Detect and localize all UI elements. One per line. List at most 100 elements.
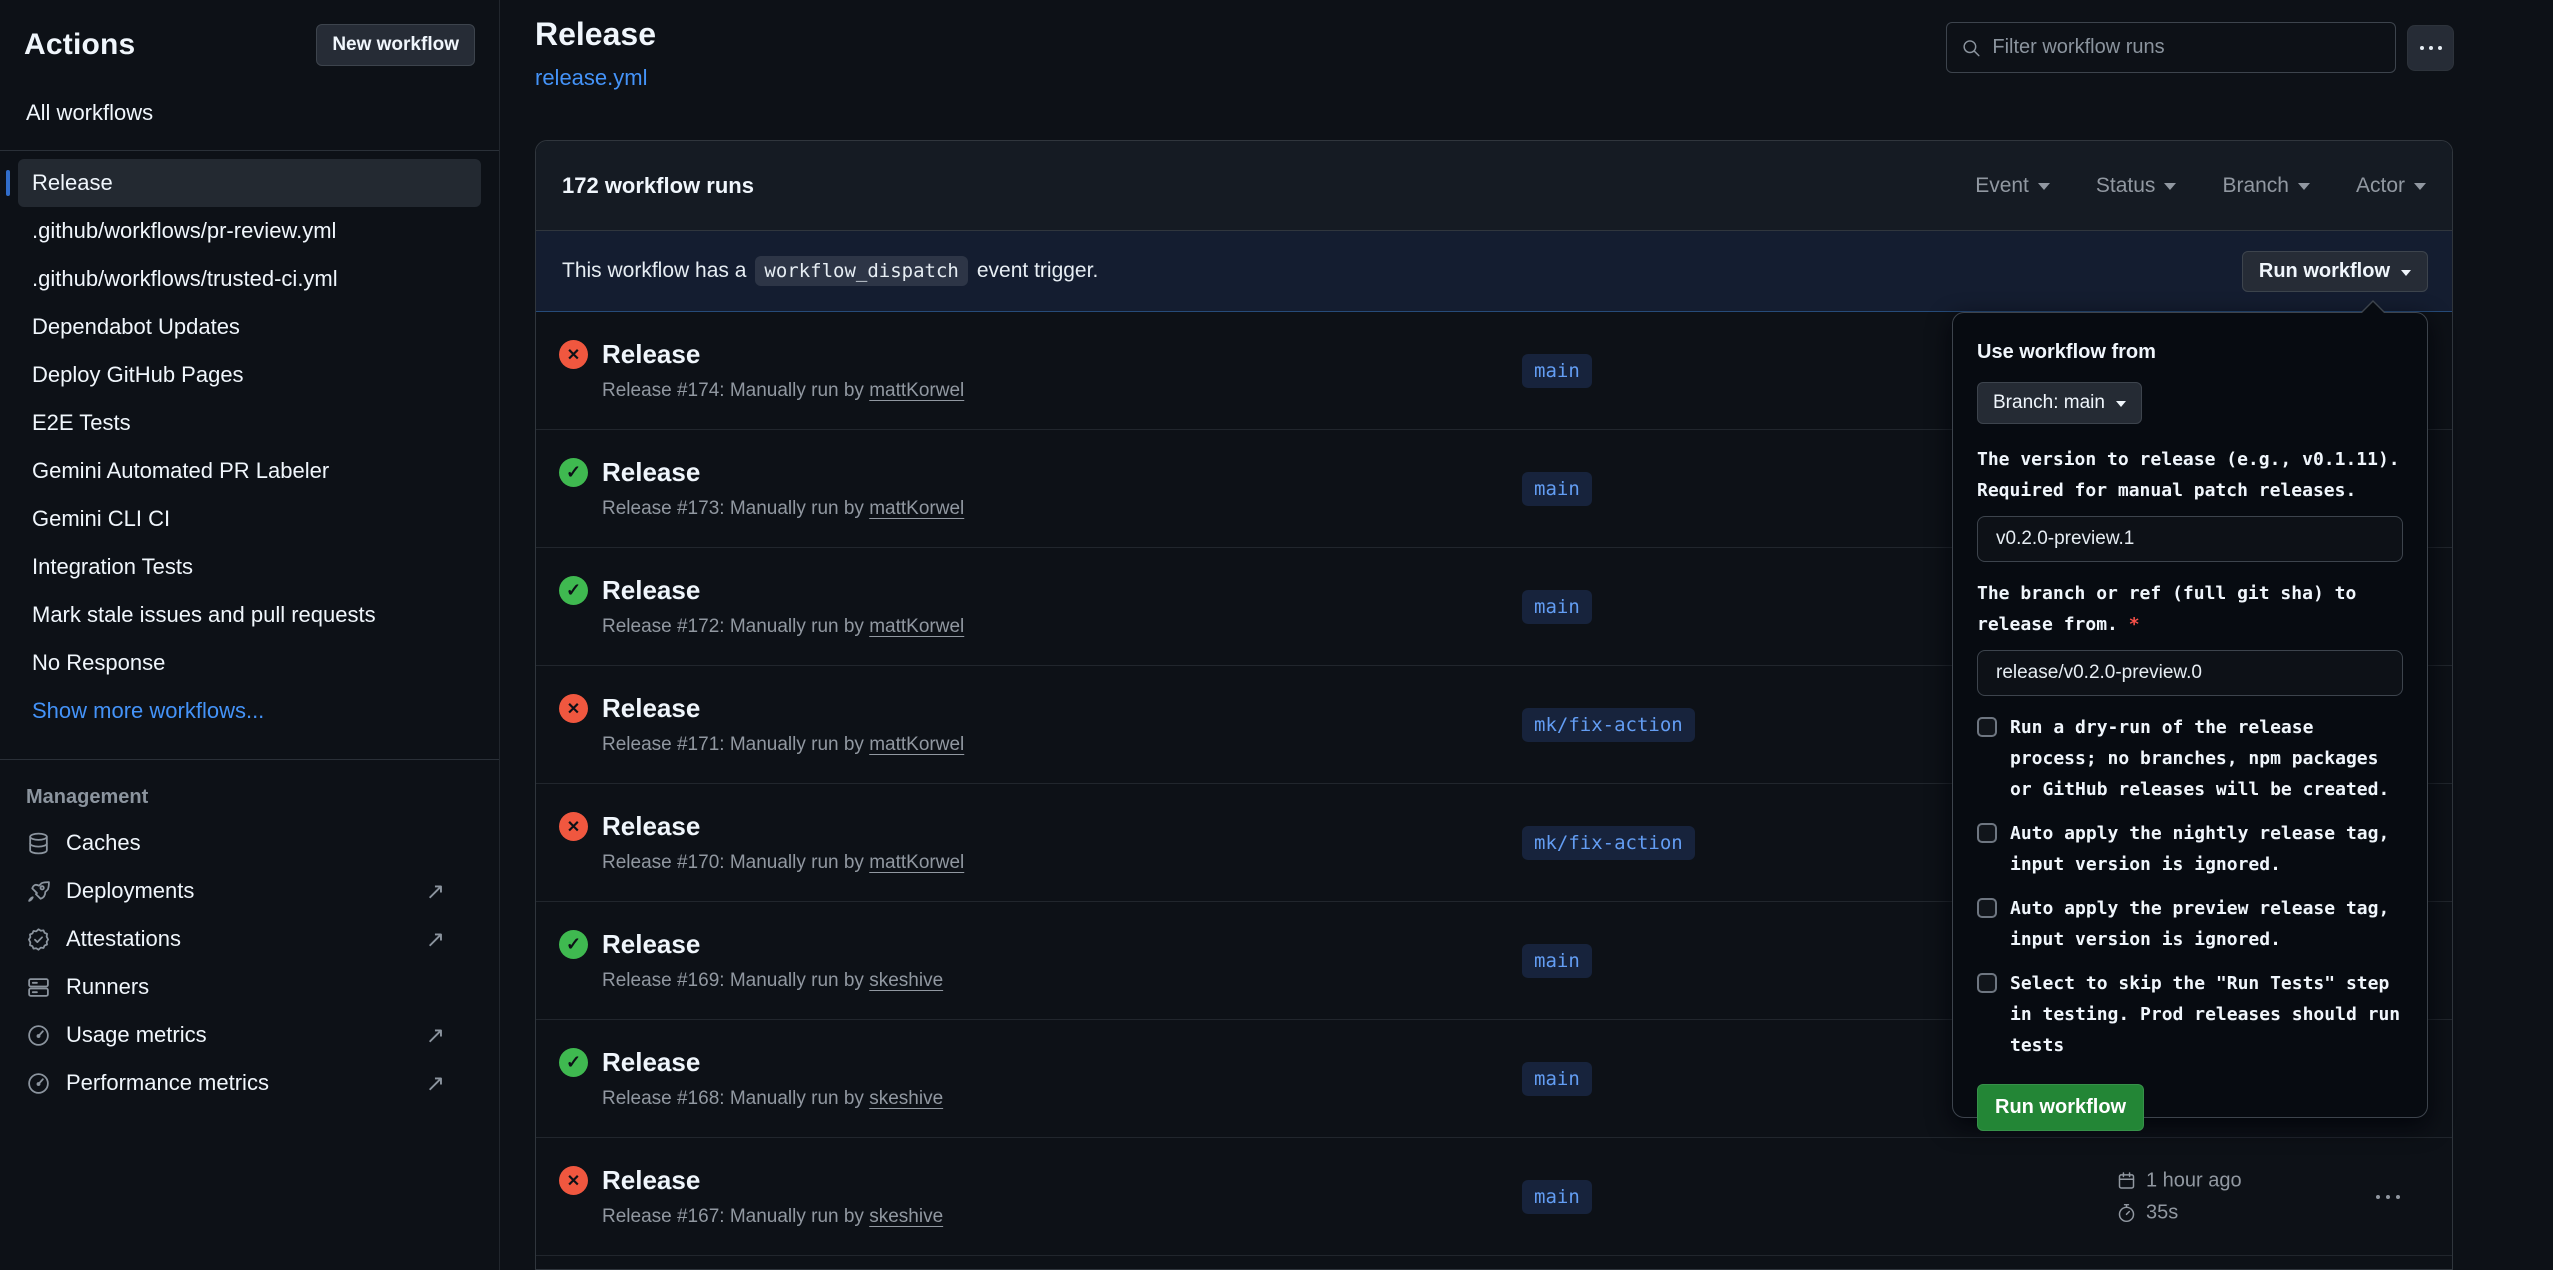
- sidebar-workflow-item[interactable]: .github/workflows/pr-review.yml: [18, 207, 481, 255]
- popup-checkbox-row[interactable]: Select to skip the "Run Tests" step in t…: [1977, 968, 2403, 1061]
- sidebar-workflow-label: Gemini CLI CI: [32, 506, 170, 532]
- workflow-title: Release: [535, 16, 656, 53]
- x-circle-icon: [559, 340, 588, 369]
- popup-checkbox-row[interactable]: Auto apply the nightly release tag, inpu…: [1977, 818, 2403, 880]
- run-title-link[interactable]: Release: [602, 929, 700, 960]
- management-item-label: Attestations: [66, 926, 181, 952]
- management-item[interactable]: Usage metrics ↗: [24, 1011, 475, 1059]
- run-workflow-submit-button[interactable]: Run workflow: [1977, 1084, 2144, 1131]
- sidebar-workflow-label: Show more workflows...: [32, 698, 264, 724]
- filter-dropdown[interactable]: Branch: [2222, 174, 2310, 198]
- management-item-label: Runners: [66, 974, 149, 1000]
- actor-link[interactable]: skeshive: [869, 1206, 943, 1227]
- run-title-link[interactable]: Release: [602, 339, 700, 370]
- ref-input[interactable]: [1977, 650, 2403, 696]
- workflow-list: Release .github/workflows/pr-review.yml …: [24, 159, 475, 735]
- actor-link[interactable]: skeshive: [869, 970, 943, 991]
- verified-badge-icon: [26, 927, 51, 952]
- popup-heading: Use workflow from: [1977, 341, 2403, 364]
- run-workflow-dropdown-button[interactable]: Run workflow: [2242, 251, 2428, 292]
- sidebar-workflow-item[interactable]: Gemini Automated PR Labeler: [18, 447, 481, 495]
- sidebar-workflow-item[interactable]: Dependabot Updates: [18, 303, 481, 351]
- meter-icon: [26, 1023, 51, 1048]
- x-circle-icon: [559, 694, 588, 723]
- actor-link[interactable]: mattKorwel: [869, 852, 964, 873]
- branch-badge[interactable]: main: [1522, 354, 1592, 388]
- branch-badge[interactable]: main: [1522, 944, 1592, 978]
- sidebar-item-all-workflows[interactable]: All workflows: [24, 100, 475, 126]
- run-kebab-menu-button[interactable]: [2376, 1195, 2400, 1199]
- actor-link[interactable]: mattKorwel: [869, 616, 964, 637]
- external-link-icon: ↗: [426, 926, 445, 953]
- runs-list-header: 172 workflow runs Event Status Branch: [536, 141, 2452, 231]
- checkbox[interactable]: [1977, 973, 1997, 993]
- sidebar-workflow-item[interactable]: No Response: [18, 639, 481, 687]
- run-time: 1 hour ago: [2146, 1169, 2242, 1192]
- check-circle-icon: [559, 930, 588, 959]
- checkbox[interactable]: [1977, 823, 1997, 843]
- version-input[interactable]: [1977, 516, 2403, 562]
- run-title-link[interactable]: Release: [602, 693, 700, 724]
- checkbox-label: Auto apply the preview release tag, inpu…: [2010, 893, 2403, 955]
- run-title-link[interactable]: Release: [602, 1047, 700, 1078]
- branch-badge[interactable]: main: [1522, 1062, 1592, 1096]
- filter-dropdown-label: Branch: [2222, 174, 2289, 198]
- management-item[interactable]: Caches: [24, 819, 475, 867]
- calendar-icon: [2116, 1170, 2137, 1191]
- branch-badge[interactable]: main: [1522, 590, 1592, 624]
- checkbox[interactable]: [1977, 898, 1997, 918]
- external-link-icon: ↗: [426, 878, 445, 905]
- actor-link[interactable]: mattKorwel: [869, 498, 964, 519]
- new-workflow-button[interactable]: New workflow: [316, 24, 475, 66]
- sidebar-divider: [0, 150, 499, 151]
- chevron-down-icon: [2298, 183, 2310, 190]
- sidebar-workflow-item[interactable]: Show more workflows...: [18, 687, 481, 735]
- filter-runs-search[interactable]: [1946, 22, 2396, 73]
- popup-checkbox-row[interactable]: Auto apply the preview release tag, inpu…: [1977, 893, 2403, 955]
- run-title-link[interactable]: Release: [602, 457, 700, 488]
- branch-selector-button[interactable]: Branch: main: [1977, 382, 2142, 424]
- sidebar-workflow-item[interactable]: Deploy GitHub Pages: [18, 351, 481, 399]
- management-item-label: Usage metrics: [66, 1022, 207, 1048]
- management-item[interactable]: Deployments ↗: [24, 867, 475, 915]
- actions-sidebar: Actions New workflow All workflows Relea…: [0, 0, 500, 1270]
- external-link-icon: ↗: [426, 1022, 445, 1049]
- workflow-run-row[interactable]: Release Release #167: Manually run by sk…: [536, 1138, 2452, 1256]
- run-title-link[interactable]: Release: [602, 575, 700, 606]
- popup-checkbox-row[interactable]: Run a dry-run of the release process; no…: [1977, 712, 2403, 805]
- sidebar-workflow-item[interactable]: Mark stale issues and pull requests: [18, 591, 481, 639]
- filter-dropdown[interactable]: Event: [1975, 174, 2050, 198]
- management-item-label: Caches: [66, 830, 141, 856]
- server-icon: [26, 975, 51, 1000]
- management-item[interactable]: Performance metrics ↗: [24, 1059, 475, 1107]
- branch-badge[interactable]: mk/fix-action: [1522, 708, 1695, 742]
- sidebar-workflow-item[interactable]: .github/workflows/trusted-ci.yml: [18, 255, 481, 303]
- actor-link[interactable]: mattKorwel: [869, 734, 964, 755]
- run-title-link[interactable]: Release: [602, 811, 700, 842]
- management-item[interactable]: Attestations ↗: [24, 915, 475, 963]
- actor-link[interactable]: skeshive: [869, 1088, 943, 1109]
- sidebar-workflow-label: Dependabot Updates: [32, 314, 240, 340]
- run-title-link[interactable]: Release: [602, 1165, 700, 1196]
- checkbox-label: Select to skip the "Run Tests" step in t…: [2010, 968, 2403, 1061]
- management-item[interactable]: Runners: [24, 963, 475, 1011]
- sidebar-workflow-label: .github/workflows/trusted-ci.yml: [32, 266, 338, 292]
- branch-badge[interactable]: mk/fix-action: [1522, 826, 1695, 860]
- chevron-down-icon: [2414, 183, 2426, 190]
- branch-badge[interactable]: main: [1522, 1180, 1592, 1214]
- sidebar-workflow-item[interactable]: Release: [18, 159, 481, 207]
- workflow-file-link[interactable]: release.yml: [535, 65, 647, 91]
- branch-badge[interactable]: main: [1522, 472, 1592, 506]
- filter-dropdown[interactable]: Actor: [2356, 174, 2426, 198]
- sidebar-workflow-item[interactable]: E2E Tests: [18, 399, 481, 447]
- page-kebab-menu-button[interactable]: [2407, 25, 2454, 71]
- filter-dropdown[interactable]: Status: [2096, 174, 2177, 198]
- actor-link[interactable]: mattKorwel: [869, 380, 964, 401]
- management-list: Caches Deployments ↗ Attestations ↗ Runn…: [24, 819, 475, 1107]
- runs-count: 172 workflow runs: [562, 173, 754, 199]
- checkbox[interactable]: [1977, 717, 1997, 737]
- sidebar-workflow-item[interactable]: Gemini CLI CI: [18, 495, 481, 543]
- search-input[interactable]: [1992, 36, 2381, 59]
- sidebar-workflow-item[interactable]: Integration Tests: [18, 543, 481, 591]
- banner-text-suffix: event trigger.: [977, 259, 1098, 283]
